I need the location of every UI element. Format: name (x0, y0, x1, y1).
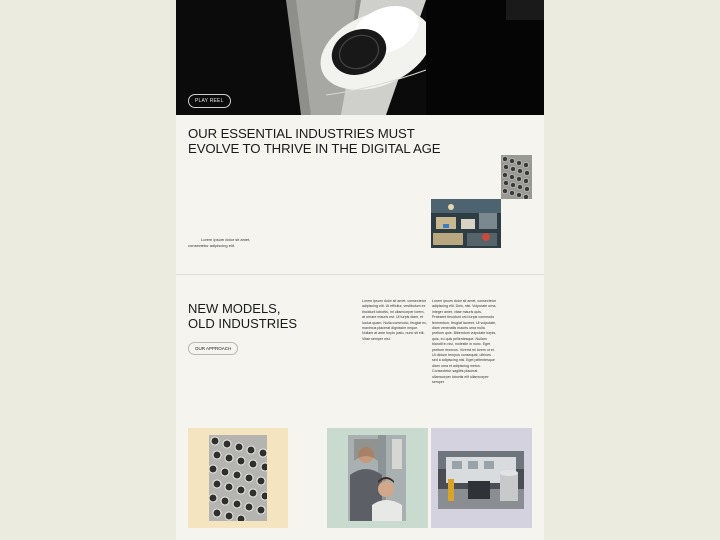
section-title: NEW MODELS, OLD INDUSTRIES (188, 301, 297, 331)
hero-car-image (176, 0, 544, 115)
intro-note-line-2: consectetur adipiscing elit. (188, 243, 235, 248)
section-divider (176, 274, 544, 275)
page-headline: OUR ESSENTIAL INDUSTRIES MUST EVOLVE TO … (188, 126, 488, 156)
hero-video[interactable]: PLAY REEL (176, 0, 544, 115)
section-title-line-2: OLD INDUSTRIES (188, 316, 298, 331)
play-reel-button[interactable]: PLAY REEL (188, 94, 231, 108)
workshop-thumbnail (431, 199, 501, 248)
typewriter-keys-photo (209, 435, 267, 521)
card-factory[interactable] (431, 428, 532, 528)
card-keys[interactable] (188, 428, 288, 528)
two-people-portrait-photo (348, 435, 406, 521)
our-approach-button[interactable]: OUR APPROACH (188, 342, 239, 355)
headline-line-2: EVOLVE TO THRIVE IN THE DIGITAL AGE (188, 141, 441, 156)
section-title-line-1: NEW MODELS, (188, 301, 281, 316)
intro-note: Lorem ipsum dolor sit amet, consectetur … (188, 237, 258, 249)
card-team[interactable] (327, 428, 428, 528)
page: PLAY REEL OUR ESSENTIAL INDUSTRIES MUST … (176, 0, 544, 540)
body-text-column-1: Lorem ipsum dolor sit amet, consectetur … (362, 299, 427, 341)
factory-interior-photo (438, 451, 524, 509)
body-text-column-2: Lorem ipsum dolor sit amet, consectetur … (432, 299, 497, 385)
keys-thumbnail (501, 155, 532, 199)
headline-line-1: OUR ESSENTIAL INDUSTRIES MUST (188, 126, 415, 141)
